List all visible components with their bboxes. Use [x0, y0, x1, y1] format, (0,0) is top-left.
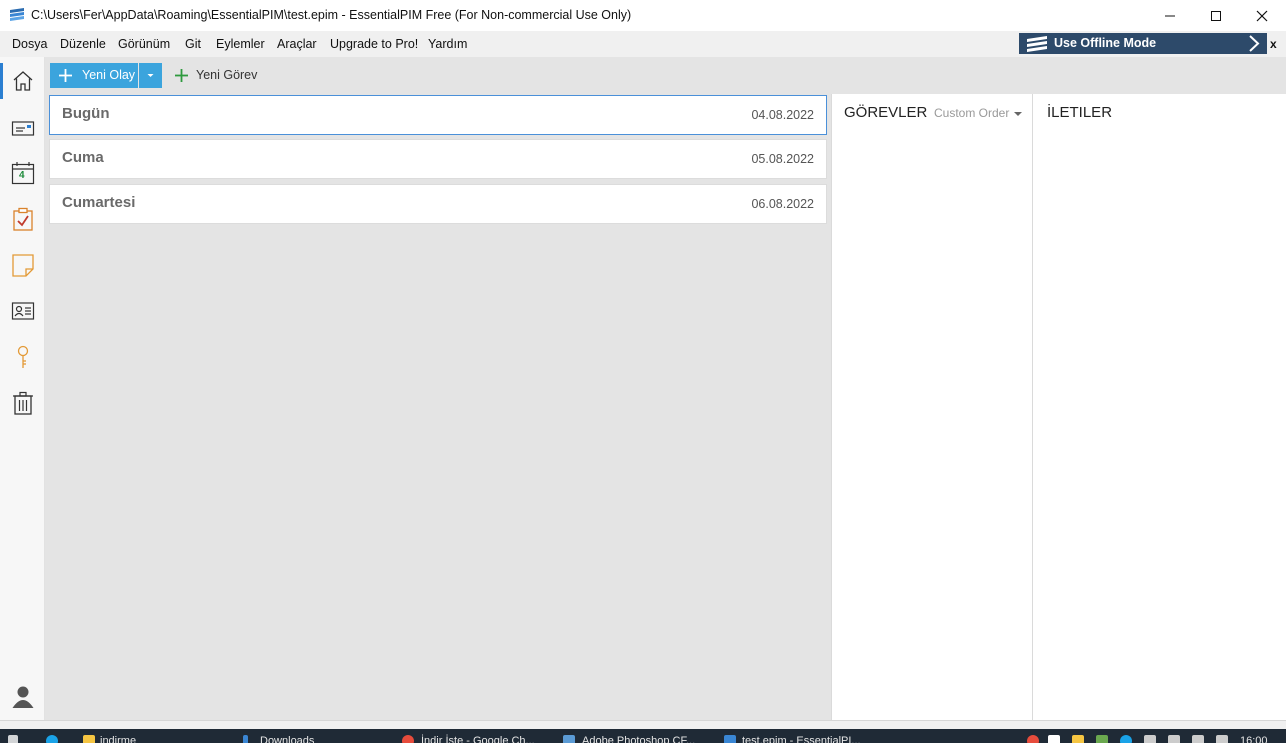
- day-row[interactable]: Cumartesi 06.08.2022: [49, 184, 827, 224]
- day-name: Bugün: [62, 105, 110, 122]
- tray-keyboard-icon[interactable]: [1168, 735, 1180, 743]
- tasks-panel: [831, 94, 1033, 720]
- downloads-icon[interactable]: [243, 735, 248, 743]
- menu-view[interactable]: Görünüm: [118, 37, 170, 51]
- chrome-icon[interactable]: [402, 735, 414, 743]
- tray-chrome-icon[interactable]: [1027, 735, 1039, 743]
- tray-folder-icon[interactable]: [1072, 735, 1084, 743]
- essentialpim-logo-icon: [10, 8, 24, 21]
- tray-battery-icon[interactable]: [1096, 735, 1108, 743]
- volume-icon[interactable]: [1192, 735, 1204, 743]
- folder-icon[interactable]: [83, 735, 95, 743]
- offline-mode-label: Use Offline Mode: [1054, 36, 1157, 50]
- passwords-icon[interactable]: [11, 345, 35, 369]
- caret-down-icon[interactable]: [1014, 112, 1022, 117]
- minimize-button[interactable]: [1147, 0, 1193, 31]
- tray-bluetooth-icon[interactable]: [1120, 735, 1132, 743]
- plus-icon: [175, 69, 188, 82]
- offline-banner-close-button[interactable]: x: [1270, 37, 1277, 51]
- new-event-label: Yeni Olay: [82, 68, 136, 82]
- chevron-right-icon: [1249, 35, 1260, 52]
- trash-icon[interactable]: [11, 391, 35, 415]
- day-date: 04.08.2022: [751, 108, 814, 122]
- taskbar-item[interactable]: Downloads: [260, 735, 314, 743]
- tray-network-icon[interactable]: [1144, 735, 1156, 743]
- menu-actions[interactable]: Eylemler: [216, 37, 265, 51]
- window-title: C:\Users\Fer\AppData\Roaming\EssentialPI…: [31, 8, 632, 22]
- close-window-button[interactable]: [1239, 0, 1285, 31]
- user-icon[interactable]: [11, 684, 35, 708]
- task-order-dropdown[interactable]: Custom Order: [934, 106, 1009, 120]
- day-name: Cuma: [62, 149, 104, 166]
- minimize-icon: [1165, 15, 1175, 16]
- tasks-panel-title: GÖREVLER: [844, 104, 928, 121]
- windows-taskbar: indirme Downloads İndir İste - Google Ch…: [0, 729, 1286, 743]
- menu-go[interactable]: Git: [185, 37, 201, 51]
- taskbar-clock[interactable]: 16:00: [1240, 735, 1268, 743]
- taskbar-item[interactable]: İndir İste - Google Ch...: [421, 735, 535, 743]
- menu-edit[interactable]: Düzenle: [60, 37, 106, 51]
- taskbar-item[interactable]: Adobe Photoshop CF...: [582, 735, 695, 743]
- menu-help[interactable]: Yardım: [428, 37, 467, 51]
- home-icon[interactable]: [11, 69, 35, 93]
- calendar-day-number: 4: [19, 170, 25, 181]
- day-date: 06.08.2022: [751, 197, 814, 211]
- day-row[interactable]: Bugün 04.08.2022: [49, 95, 827, 135]
- tray-app-icon[interactable]: [1216, 735, 1228, 743]
- menu-upgrade[interactable]: Upgrade to Pro!: [330, 37, 418, 51]
- menu-tools[interactable]: Araçlar: [277, 37, 317, 51]
- mail-icon[interactable]: [11, 116, 35, 140]
- active-module-indicator: [0, 63, 3, 99]
- maximize-button[interactable]: [1193, 0, 1239, 31]
- new-task-label: Yeni Görev: [196, 68, 258, 82]
- messages-panel-title: İLETILER: [1047, 104, 1113, 121]
- tasks-icon[interactable]: [11, 207, 35, 231]
- contacts-icon[interactable]: [11, 299, 35, 323]
- day-date: 05.08.2022: [751, 152, 814, 166]
- new-event-dropdown-button[interactable]: [139, 63, 162, 88]
- calendar-icon[interactable]: 4: [11, 161, 35, 185]
- offline-mode-button[interactable]: Use Offline Mode: [1019, 33, 1267, 54]
- status-bar: [0, 720, 1286, 729]
- notes-icon[interactable]: [11, 253, 35, 277]
- day-name: Cumartesi: [62, 194, 136, 211]
- taskbar-item[interactable]: indirme: [100, 735, 136, 743]
- day-row[interactable]: Cuma 05.08.2022: [49, 139, 827, 179]
- new-event-button[interactable]: Yeni Olay: [50, 63, 138, 88]
- photoshop-icon[interactable]: [563, 735, 575, 743]
- close-icon: [1256, 10, 1268, 21]
- menu-file[interactable]: Dosya: [12, 37, 47, 51]
- plus-icon: [59, 69, 72, 82]
- edge-icon[interactable]: [46, 735, 58, 743]
- maximize-icon: [1211, 10, 1221, 21]
- start-icon[interactable]: [8, 735, 18, 743]
- caret-down-icon: [147, 74, 154, 77]
- tray-app-icon[interactable]: [1048, 735, 1060, 743]
- taskbar-item[interactable]: test.epim - EssentialPI...: [742, 735, 861, 743]
- messages-panel: [1033, 94, 1286, 720]
- module-sidebar: [0, 57, 45, 720]
- title-bar: C:\Users\Fer\AppData\Roaming\EssentialPI…: [0, 0, 1286, 31]
- essentialpim-icon[interactable]: [724, 735, 736, 743]
- essentialpim-logo-icon: [1027, 36, 1047, 52]
